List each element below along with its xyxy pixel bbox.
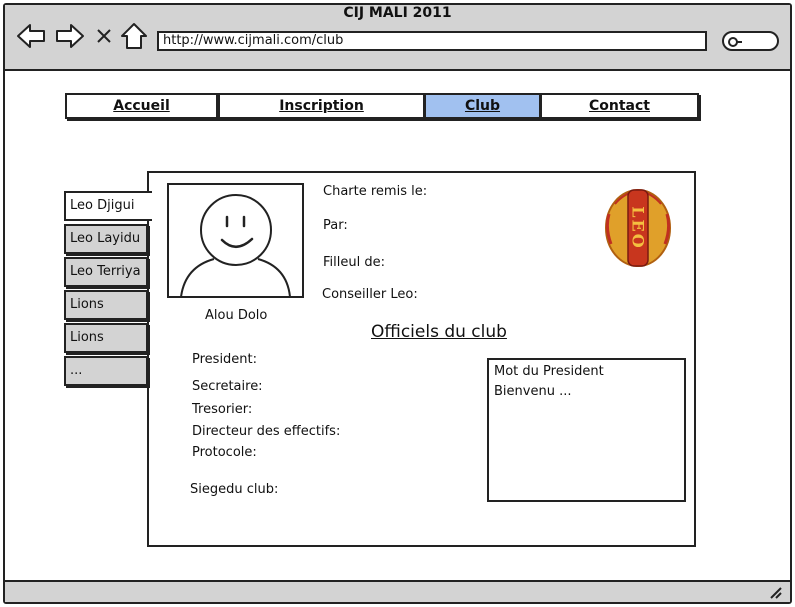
- logo-text: LEO: [629, 206, 648, 249]
- avatar: [167, 183, 304, 298]
- sidebar-item-lions-sokala[interactable]: Lions Sokala: [64, 323, 148, 371]
- forward-arrow-icon[interactable]: [55, 22, 85, 50]
- resize-grip-icon[interactable]: [768, 585, 782, 599]
- charte-label: Charte remis le:: [323, 184, 428, 199]
- profile-name: Alou Dolo: [205, 308, 268, 323]
- president-message-text: Bienvenu ...: [494, 384, 572, 399]
- search-box[interactable]: [722, 31, 779, 51]
- search-icon: [728, 37, 742, 47]
- window-title: CIJ MALI 2011: [343, 5, 452, 21]
- filleul-label: Filleul de:: [323, 255, 385, 270]
- status-bar: [5, 580, 790, 602]
- tresorier-label: Tresorier:: [192, 402, 253, 417]
- sidebar-item-leo-layidu[interactable]: Leo Layidu: [64, 224, 148, 254]
- sidebar-item-lions-yeleen[interactable]: Lions Yeleen: [64, 290, 148, 338]
- home-icon[interactable]: [119, 22, 149, 50]
- nav-club[interactable]: Club: [424, 93, 541, 119]
- president-message-title: Mot du President: [494, 364, 604, 379]
- siege-label: Siegedu club:: [190, 482, 279, 497]
- par-label: Par:: [323, 218, 348, 233]
- president-message-box: Mot du President Bienvenu ...: [487, 358, 686, 502]
- sidebar-item-leo-terriya[interactable]: Leo Terriya: [64, 257, 148, 287]
- directeur-label: Directeur des effectifs:: [192, 424, 341, 439]
- close-icon[interactable]: [94, 22, 114, 50]
- nav-inscription[interactable]: Inscription: [218, 93, 425, 119]
- secretaire-label: Secretaire:: [192, 379, 263, 394]
- nav-contact[interactable]: Contact: [540, 93, 699, 119]
- leo-logo: LEO: [605, 188, 671, 267]
- back-arrow-icon[interactable]: [16, 22, 46, 50]
- person-icon: [180, 194, 291, 296]
- nav-accueil[interactable]: Accueil: [65, 93, 218, 119]
- sidebar-item-leo-djigui[interactable]: Leo Djigui: [64, 191, 152, 221]
- url-bar[interactable]: http://www.cijmali.com/club: [157, 31, 707, 51]
- protocole-label: Protocole:: [192, 445, 257, 460]
- president-label: President:: [192, 352, 258, 367]
- main-nav: Accueil Inscription Club Contact: [65, 93, 701, 119]
- conseiller-label: Conseiller Leo:: [322, 287, 418, 302]
- section-title: Officiels du club: [371, 322, 507, 342]
- sidebar-item-more[interactable]: ...: [64, 356, 148, 386]
